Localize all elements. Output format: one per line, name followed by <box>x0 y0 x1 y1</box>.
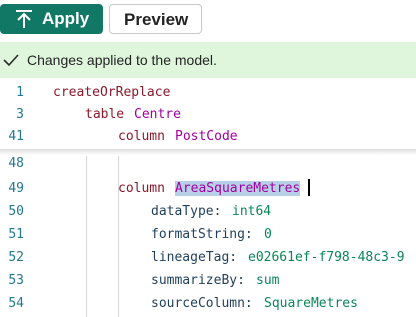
property-name: dataType: <box>151 204 222 219</box>
checkmark-icon <box>3 54 19 67</box>
property-value: int64 <box>232 204 272 219</box>
code-keyword: column <box>118 129 165 144</box>
sticky-line[interactable]: 1 createOrReplace <box>0 82 416 104</box>
code-line[interactable]: 51 formatString: 0 <box>0 224 416 246</box>
code-keyword: table <box>85 107 125 122</box>
line-number: 54 <box>8 296 24 311</box>
property-value: 0 <box>264 227 272 242</box>
property-name: formatString: <box>151 227 253 242</box>
line-number: 1 <box>16 85 24 100</box>
toolbar: Apply Preview <box>0 0 416 38</box>
text-cursor <box>308 179 310 196</box>
line-number: 49 <box>8 181 24 196</box>
apply-button-label: Apply <box>42 9 90 28</box>
apply-icon <box>16 10 32 28</box>
preview-button-label: Preview <box>124 10 189 29</box>
property-name: summarizeBy: <box>151 273 245 288</box>
line-number: 48 <box>8 156 24 171</box>
property-name: sourceColumn: <box>151 296 253 311</box>
code-editor[interactable]: 1 createOrReplace 3 table Centre 41 colu… <box>0 80 416 317</box>
apply-button[interactable]: Apply <box>0 4 103 34</box>
selected-column-name: AreaSquareMetres <box>175 181 301 196</box>
code-name: PostCode <box>175 129 238 144</box>
status-message-text: Changes applied to the model. <box>27 52 217 68</box>
sticky-line[interactable]: 41 column PostCode <box>0 126 416 148</box>
status-message-bar: Changes applied to the model. <box>0 42 416 78</box>
code-name: Centre <box>134 107 181 122</box>
line-number: 50 <box>8 204 24 219</box>
property-name: lineageTag: <box>151 250 238 265</box>
code-line[interactable]: 49 column AreaSquareMetres <box>0 178 416 200</box>
line-number: 3 <box>16 107 24 122</box>
property-value: SquareMetres <box>264 296 358 311</box>
code-line[interactable]: 54 sourceColumn: SquareMetres <box>0 293 416 315</box>
line-number: 53 <box>8 273 24 288</box>
code-line[interactable]: 50 dataType: int64 <box>0 201 416 223</box>
line-number: 52 <box>8 250 24 265</box>
property-value: sum <box>256 273 280 288</box>
code-line[interactable]: 53 summarizeBy: sum <box>0 270 416 292</box>
code-line[interactable]: 52 lineageTag: e02661ef-f798-48c3-9 <box>0 247 416 269</box>
property-value: e02661ef-f798-48c3-9 <box>248 250 405 265</box>
code-line[interactable]: 48 <box>0 153 416 175</box>
code-keyword: column <box>118 181 165 196</box>
code-keyword: createOrReplace <box>53 85 171 100</box>
line-number: 51 <box>8 227 24 242</box>
sticky-line[interactable]: 3 table Centre <box>0 104 416 126</box>
line-number: 41 <box>8 129 24 144</box>
preview-button[interactable]: Preview <box>109 4 202 34</box>
